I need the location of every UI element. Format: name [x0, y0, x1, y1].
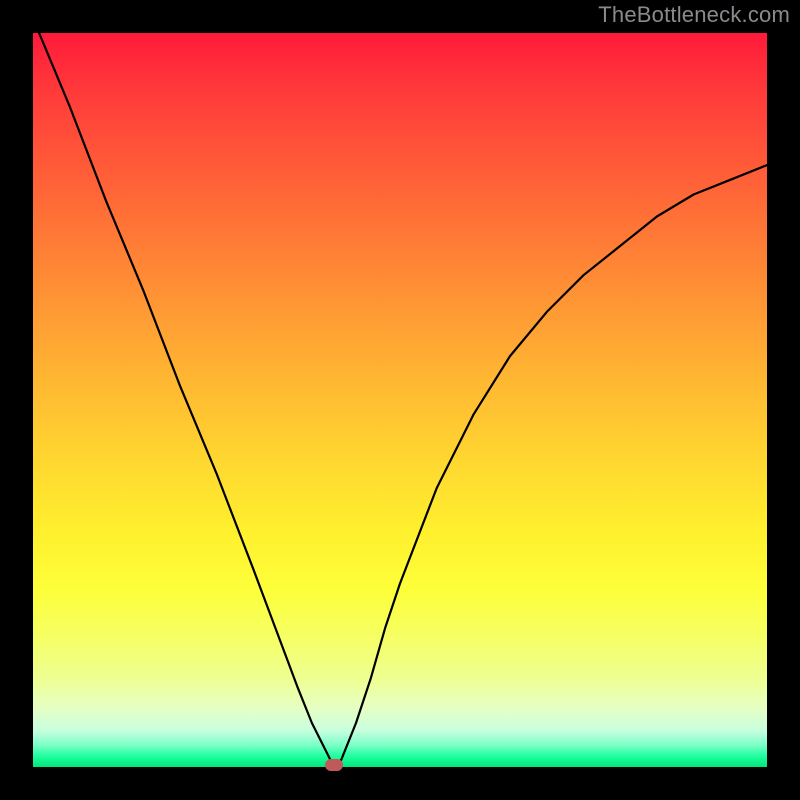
- optimal-point-marker: [325, 759, 343, 771]
- chart-plot-area: [33, 33, 767, 767]
- bottleneck-curve: [33, 33, 767, 767]
- watermark-text: TheBottleneck.com: [598, 2, 790, 28]
